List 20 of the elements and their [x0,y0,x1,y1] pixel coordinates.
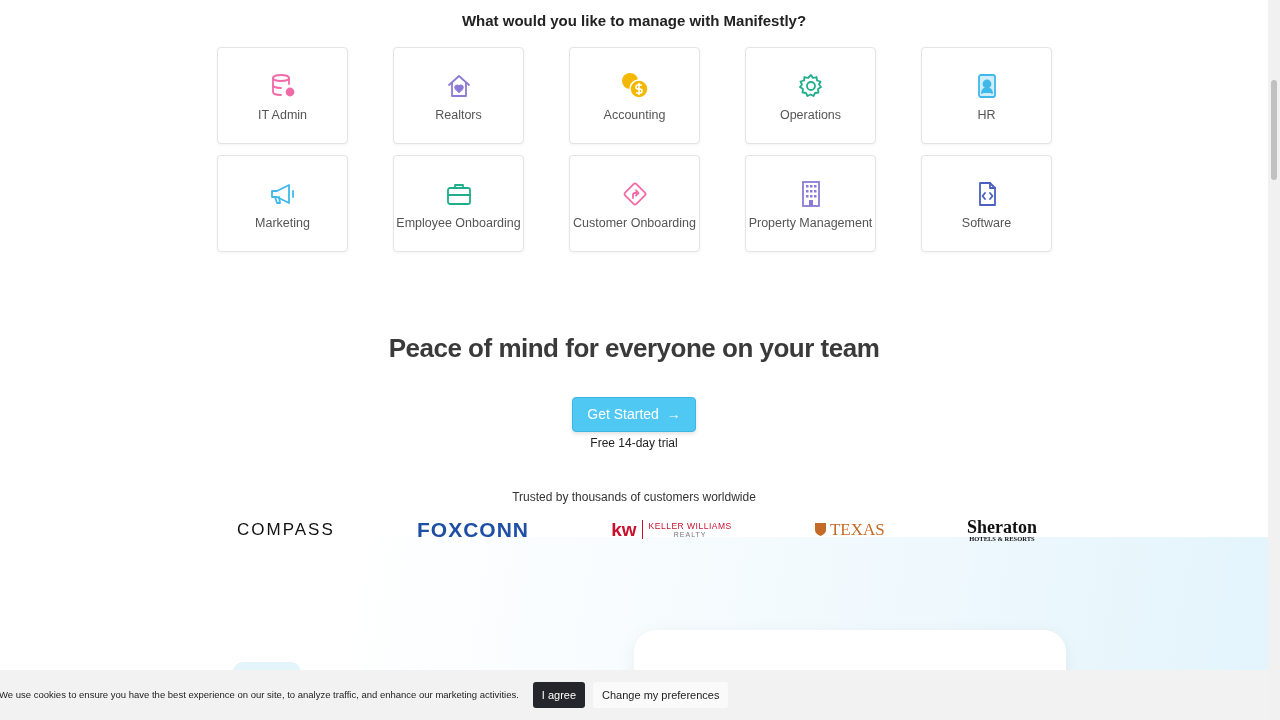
trusted-caption: Trusted by thousands of customers worldwide [512,489,756,507]
category-card[interactable]: Marketing [217,155,348,252]
hero-heading: Peace of mind for everyone on your team [388,333,880,365]
category-card[interactable]: Employee Onboarding [393,155,524,252]
category-card[interactable]: Accounting [569,47,700,144]
category-card[interactable]: Software [921,155,1052,252]
scrollbar-thumb[interactable] [1271,80,1277,180]
category-card[interactable]: Operations [745,47,876,144]
preferences-button[interactable]: Change my preferences [593,681,729,709]
category-card[interactable]: IT Admin [217,47,348,144]
agree-button[interactable]: I agree [532,681,586,709]
category-card[interactable]: Realtors [393,47,524,144]
category-card[interactable]: Property Management [745,155,876,252]
category-card[interactable]: Customer Onboarding [569,155,700,252]
texas-logo: TEXAS [813,517,885,543]
category-card[interactable]: HR [921,47,1052,144]
compass-logo: COMPASS [237,519,335,542]
trial-note: Free 14-day trial [590,435,678,453]
section-heading: What would you like to manage with Manifestly? [461,11,807,30]
foxconn-logo: FOXCONN [417,517,529,544]
